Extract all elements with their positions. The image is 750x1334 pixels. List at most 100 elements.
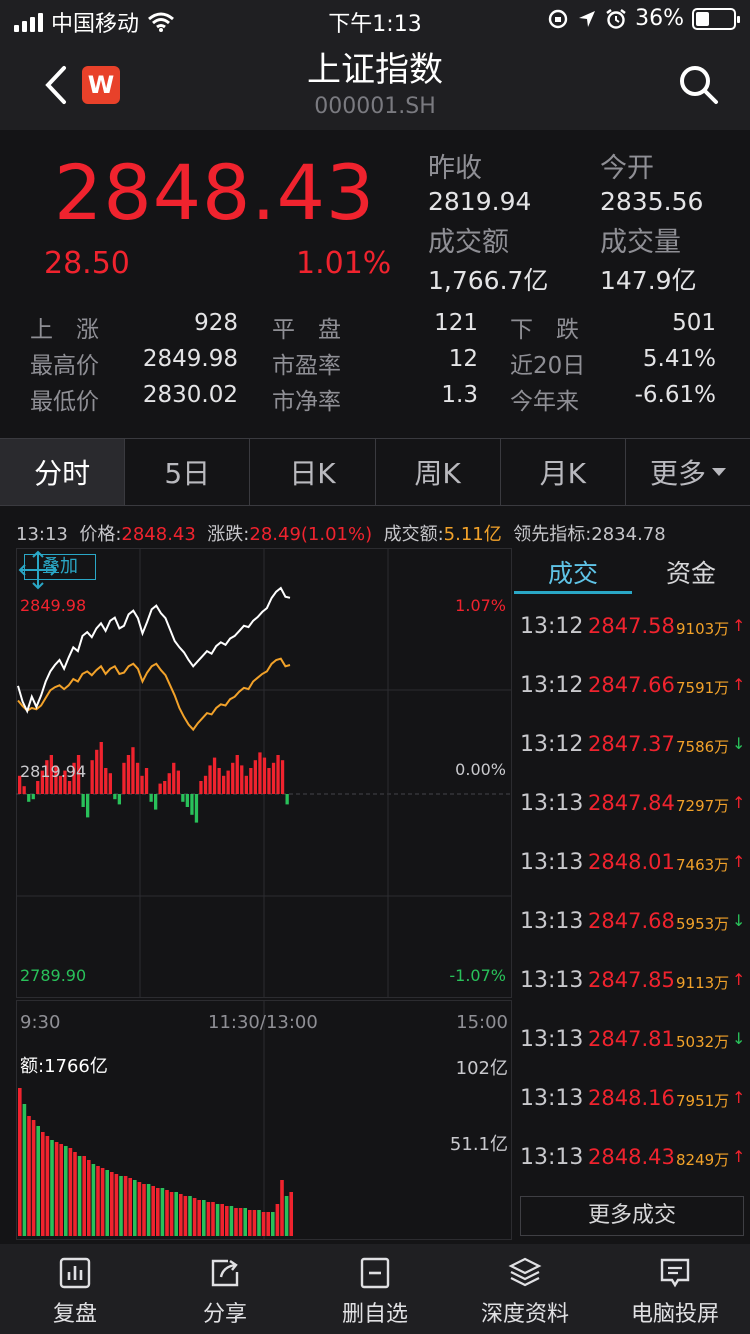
diff-bar (27, 794, 31, 802)
diff-bar (235, 755, 239, 794)
trade-time: 13:13 (520, 909, 584, 934)
toolbar-label: 分享 (202, 1302, 247, 1327)
tab-5day[interactable]: 5日 (125, 439, 251, 505)
tab-label: 5日 (164, 457, 211, 490)
trade-row: 13:13 2848.16 7951万 ↑ (520, 1086, 748, 1126)
info-change: 28.49(1.01%) (249, 524, 373, 545)
amount-bar (114, 1174, 119, 1236)
amount-bar (275, 1204, 280, 1236)
fullscreen-move-icon[interactable] (16, 548, 60, 592)
diff-bar (199, 781, 203, 794)
trade-panel: 成交 资金 13:12 2847.58 9103万 ↑ 13:12 2847.66 7591… (514, 548, 750, 1242)
arrow-down-icon: ↓ (732, 911, 746, 930)
trade-time: 13:13 (520, 791, 584, 816)
diff-bar (181, 794, 185, 802)
trade-price: 2847.84 (588, 791, 675, 815)
toolbar-label: 删自选 (341, 1302, 408, 1327)
open-value: 2835.56 (600, 187, 704, 216)
arrow-down-icon: ↓ (732, 1029, 746, 1048)
amount-bar (261, 1212, 266, 1236)
trade-time: 13:13 (520, 1027, 584, 1052)
trade-volume: 7297万 (676, 797, 730, 815)
amount-bar (146, 1184, 151, 1236)
remove-watchlist-button[interactable]: 删自选 (300, 1244, 450, 1334)
intraday-chart[interactable]: 叠加 2849.98 2819.94 2789.90 1.07% 0.00% -… (16, 548, 512, 1242)
tab-weekly-k[interactable]: 周K (376, 439, 501, 505)
battery-level (696, 11, 709, 26)
diff-bar (144, 768, 149, 794)
amount-bar (87, 1160, 91, 1236)
amount-bar (174, 1192, 178, 1236)
diff-bar (167, 773, 171, 794)
amount-bar (179, 1194, 183, 1236)
rotation-lock-icon (548, 9, 568, 28)
y-top-label: 2849.98 (20, 596, 87, 615)
stat-value: 2849.98 (142, 346, 238, 372)
toolbar-label: 复盘 (52, 1302, 97, 1327)
turnover-label: 成交额 (428, 227, 509, 258)
toolbar-label: 深度资料 (480, 1302, 569, 1327)
amount-bar (105, 1170, 109, 1236)
chart-bars-icon (59, 1257, 91, 1289)
diff-bar (194, 794, 199, 823)
diff-bar (249, 768, 253, 794)
amount-bar (50, 1140, 54, 1236)
diff-bar (126, 755, 131, 794)
info-change-label: 涨跌: (207, 524, 250, 545)
tab-label: 月K (539, 457, 586, 490)
diff-bar (140, 775, 144, 794)
pct-mid-label: 0.00% (455, 760, 506, 779)
cast-screen-icon (660, 1258, 690, 1288)
arrow-up-icon: ↑ (732, 793, 746, 812)
trade-row: 13:12 2847.66 7591万 ↑ (520, 673, 748, 713)
amount-bar (234, 1208, 238, 1236)
tab-daily-k[interactable]: 日K (250, 439, 376, 505)
amount-bar (73, 1152, 77, 1236)
turnover-cell: 成交额 1,766.7亿 (428, 220, 548, 297)
trade-row: 13:12 2847.37 7586万 ↓ (520, 732, 748, 772)
tab-monthly-k[interactable]: 月K (501, 439, 626, 505)
amount-bar (289, 1192, 293, 1236)
amount-bar (110, 1172, 114, 1236)
tab-capital[interactable]: 资金 (632, 548, 750, 594)
diff-bar (217, 768, 221, 794)
tab-label: 周K (414, 457, 461, 490)
deep-data-button[interactable]: 深度资料 (450, 1244, 600, 1334)
nav-header: W 上证指数 000001.SH (0, 40, 750, 130)
amount-bar (59, 1144, 63, 1236)
cast-screen-button[interactable]: 电脑投屏 (600, 1244, 750, 1334)
amount-bar (27, 1116, 31, 1236)
stat-value: 5.41% (642, 346, 716, 372)
current-price: 2848.43 (54, 148, 376, 237)
trade-row: 13:13 2847.81 5032万 ↓ (520, 1027, 748, 1067)
info-turnover-label: 成交额: (383, 524, 444, 545)
amount-bar (160, 1188, 165, 1236)
diff-bar (240, 765, 244, 794)
arrow-down-icon: ↓ (732, 734, 746, 753)
info-price-label: 价格: (79, 524, 122, 545)
arrow-up-icon: ↑ (732, 616, 746, 635)
share-button[interactable]: 分享 (150, 1244, 300, 1334)
amount-bar (280, 1180, 284, 1236)
tab-trades[interactable]: 成交 (514, 548, 632, 594)
amount-bar (91, 1164, 96, 1236)
trade-volume: 7586万 (676, 738, 730, 756)
trade-price: 2848.01 (588, 850, 675, 874)
prev-close-cell: 昨收 2819.94 (428, 146, 531, 216)
more-trades-button[interactable]: 更多成交 (520, 1196, 744, 1236)
volume-label: 成交量 (600, 227, 681, 258)
trade-volume: 9103万 (676, 620, 730, 638)
arrow-up-icon: ↑ (732, 970, 746, 989)
amount-mid-label: 51.1亿 (449, 1134, 508, 1155)
tab-more[interactable]: 更多 (626, 439, 750, 505)
trade-time: 13:12 (520, 673, 584, 698)
share-icon (211, 1259, 239, 1287)
stat-row: 最低价 2830.02 市净率 1.3 今年来 -6.61% (0, 382, 750, 418)
tab-intraday[interactable]: 分时 (0, 439, 126, 505)
amount-bar (96, 1166, 100, 1236)
replay-button[interactable]: 复盘 (0, 1244, 150, 1334)
trade-volume: 5953万 (676, 915, 730, 933)
search-icon[interactable] (676, 62, 720, 106)
amount-bar (151, 1186, 155, 1236)
status-right: 36% (547, 6, 740, 31)
